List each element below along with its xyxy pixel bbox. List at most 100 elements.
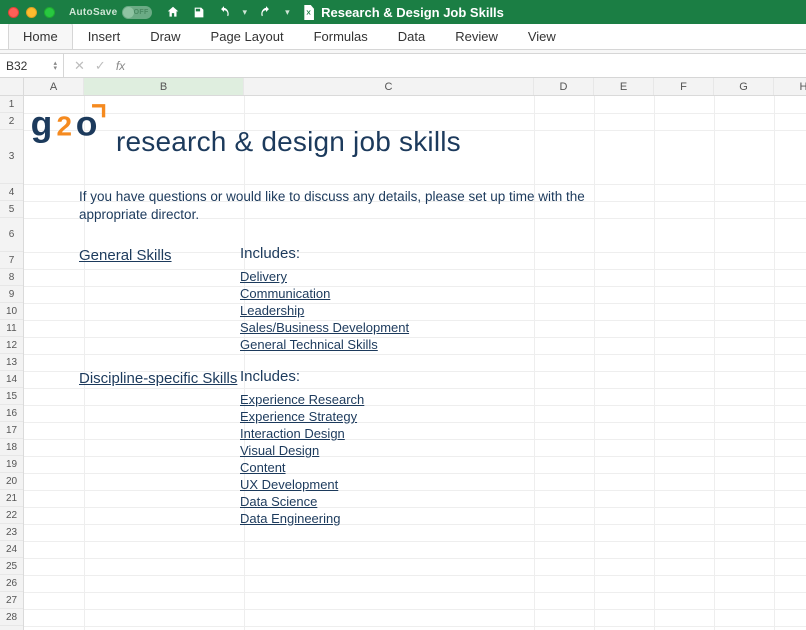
column-header[interactable]: F	[654, 78, 714, 95]
row-header[interactable]: 15	[0, 388, 23, 405]
name-box-stepper[interactable]: ▴▾	[53, 61, 57, 71]
minimize-window-button[interactable]	[26, 7, 37, 18]
autosave-control[interactable]: AutoSave OFF	[69, 6, 152, 19]
ribbon-tab-view[interactable]: View	[513, 22, 571, 49]
spreadsheet-grid: ABCDEFGH 1234567891011121314151617181920…	[0, 78, 806, 630]
column-header[interactable]: E	[594, 78, 654, 95]
column-header[interactable]: G	[714, 78, 774, 95]
autosave-label: AutoSave	[69, 7, 118, 18]
row-header[interactable]: 21	[0, 490, 23, 507]
row-header[interactable]: 5	[0, 201, 23, 218]
formula-bar-buttons: ✕ ✓ fx	[64, 54, 135, 77]
close-window-button[interactable]	[8, 7, 19, 18]
ribbon-tab-data[interactable]: Data	[383, 22, 440, 49]
row-headers: 1234567891011121314151617181920212223242…	[0, 96, 24, 630]
row-header[interactable]: 24	[0, 541, 23, 558]
title-bar: AutoSave OFF ▾ ▾ Research & Design Job S…	[0, 0, 806, 24]
row-header[interactable]: 9	[0, 286, 23, 303]
ribbon-tab-review[interactable]: Review	[440, 22, 513, 49]
section-discipline-skills-title: Discipline-specific Skills	[79, 370, 237, 387]
svg-text:g: g	[31, 104, 53, 144]
row-header[interactable]: 23	[0, 524, 23, 541]
accept-formula-icon[interactable]: ✓	[95, 58, 106, 74]
column-header[interactable]: D	[534, 78, 594, 95]
general-skill-link[interactable]: Leadership	[240, 302, 409, 319]
ribbon-tab-page-layout[interactable]: Page Layout	[196, 22, 299, 49]
sheet-content: g 2 o research & design job skills If yo…	[24, 96, 806, 630]
ribbon-tab-insert[interactable]: Insert	[73, 22, 136, 49]
column-header[interactable]: H	[774, 78, 806, 95]
row-header[interactable]: 8	[0, 269, 23, 286]
redo-icon[interactable]	[259, 5, 273, 19]
discipline-skill-link[interactable]: Content	[240, 459, 364, 476]
cell-area[interactable]: g 2 o research & design job skills If yo…	[24, 96, 806, 630]
ribbon-tab-formulas[interactable]: Formulas	[299, 22, 383, 49]
general-skills-list: DeliveryCommunicationLeadershipSales/Bus…	[240, 268, 409, 353]
formula-bar: B32 ▴▾ ✕ ✓ fx	[0, 54, 806, 78]
row-header[interactable]: 26	[0, 575, 23, 592]
name-box[interactable]: B32 ▴▾	[0, 54, 64, 77]
section-discipline-skills-includes: Includes:	[240, 368, 300, 385]
column-header[interactable]: B	[84, 78, 244, 95]
column-headers: ABCDEFGH	[0, 78, 806, 96]
discipline-skills-list: Experience ResearchExperience StrategyIn…	[240, 391, 364, 527]
discipline-skill-link[interactable]: Data Engineering	[240, 510, 364, 527]
row-header[interactable]: 13	[0, 354, 23, 371]
formula-input[interactable]	[135, 54, 806, 77]
row-header[interactable]: 19	[0, 456, 23, 473]
row-header[interactable]: 2	[0, 113, 23, 130]
row-header[interactable]: 6	[0, 218, 23, 252]
column-header[interactable]: C	[244, 78, 534, 95]
quick-access-toolbar: ▾ ▾	[166, 5, 290, 19]
chevron-down-icon[interactable]: ▾	[285, 7, 290, 18]
svg-text:2: 2	[57, 111, 72, 142]
row-header[interactable]: 18	[0, 439, 23, 456]
home-icon[interactable]	[166, 5, 180, 19]
section-general-skills-includes: Includes:	[240, 245, 300, 262]
row-header[interactable]: 22	[0, 507, 23, 524]
row-header[interactable]: 4	[0, 184, 23, 201]
row-header[interactable]: 10	[0, 303, 23, 320]
discipline-skill-link[interactable]: Experience Strategy	[240, 408, 364, 425]
row-header[interactable]: 14	[0, 371, 23, 388]
window-controls	[8, 7, 55, 18]
column-header[interactable]: A	[24, 78, 84, 95]
row-header[interactable]: 28	[0, 609, 23, 626]
row-header[interactable]: 7	[0, 252, 23, 269]
page-title: research & design job skills	[116, 126, 461, 158]
autosave-toggle[interactable]: OFF	[122, 6, 152, 19]
discipline-skill-link[interactable]: Data Science	[240, 493, 364, 510]
save-icon[interactable]	[192, 6, 205, 19]
general-skill-link[interactable]: Communication	[240, 285, 409, 302]
ribbon-tabs: HomeInsertDrawPage LayoutFormulasDataRev…	[0, 24, 806, 50]
fx-label[interactable]: fx	[116, 59, 125, 73]
ribbon-tab-draw[interactable]: Draw	[135, 22, 195, 49]
select-all-corner[interactable]	[0, 78, 24, 95]
discipline-skill-link[interactable]: Interaction Design	[240, 425, 364, 442]
discipline-skill-link[interactable]: UX Development	[240, 476, 364, 493]
discipline-skill-link[interactable]: Experience Research	[240, 391, 364, 408]
row-header[interactable]: 11	[0, 320, 23, 337]
chevron-down-icon[interactable]: ▾	[243, 7, 248, 18]
row-header[interactable]: 20	[0, 473, 23, 490]
general-skill-link[interactable]: General Technical Skills	[240, 336, 409, 353]
zoom-window-button[interactable]	[44, 7, 55, 18]
row-header[interactable]: 1	[0, 96, 23, 113]
row-header[interactable]: 3	[0, 130, 23, 184]
general-skill-link[interactable]: Sales/Business Development	[240, 319, 409, 336]
general-skill-link[interactable]: Delivery	[240, 268, 409, 285]
row-header[interactable]: 29	[0, 626, 23, 630]
discipline-skill-link[interactable]: Visual Design	[240, 442, 364, 459]
document-title: Research & Design Job Skills	[302, 5, 504, 20]
excel-file-icon	[302, 5, 315, 20]
svg-text:o: o	[76, 104, 98, 144]
g2o-logo: g 2 o	[30, 102, 108, 153]
cancel-formula-icon[interactable]: ✕	[74, 58, 85, 74]
row-header[interactable]: 12	[0, 337, 23, 354]
ribbon-tab-home[interactable]: Home	[8, 22, 73, 49]
row-header[interactable]: 27	[0, 592, 23, 609]
row-header[interactable]: 17	[0, 422, 23, 439]
undo-icon[interactable]	[217, 5, 231, 19]
row-header[interactable]: 25	[0, 558, 23, 575]
row-header[interactable]: 16	[0, 405, 23, 422]
